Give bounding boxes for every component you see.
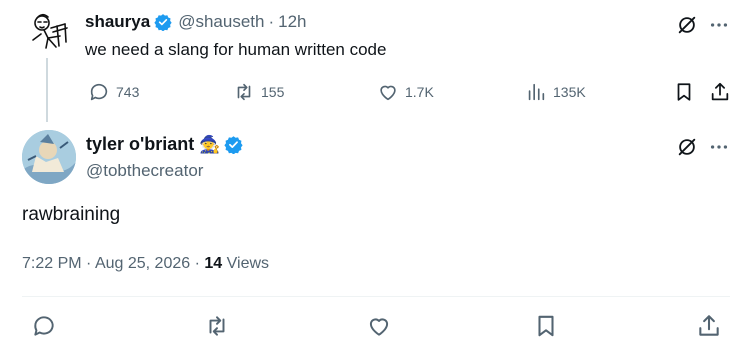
verified-badge-icon [154,13,172,31]
separator-dot: · [268,12,275,31]
grok-icon[interactable] [676,136,698,158]
reply-count: 743 [116,84,140,100]
verified-badge-icon [224,135,244,154]
bookmark-button[interactable] [673,80,695,104]
avatar-tyler[interactable] [22,130,76,184]
parent-tweet-text: we need a slang for human written code [85,40,387,59]
more-icon[interactable] [708,14,730,36]
separator-dot: · [86,255,92,272]
separator-dot: · [194,255,200,272]
reply-actions-bar [22,313,730,339]
like-button[interactable]: 1.7K [377,80,434,104]
share-icon [709,81,731,103]
like-count: 1.7K [405,84,434,100]
share-button[interactable] [709,80,731,104]
author-handle[interactable]: @shauseth [178,12,264,32]
tweet-time[interactable]: 12h [278,12,306,32]
tweet-date[interactable]: Aug 25, 2026 [95,255,190,272]
author-name[interactable]: shaurya [85,12,150,32]
reply-button[interactable] [31,313,57,339]
like-button[interactable] [366,313,392,339]
views-count: 14 [204,255,223,272]
reply-author-header: tyler o'briant 🧙 [86,134,249,155]
repost-button[interactable]: 155 [233,80,284,104]
wizard-emoji: 🧙 [199,134,221,154]
reply-button[interactable]: 743 [88,80,139,104]
reply-icon [31,313,57,339]
views-label: Views [226,255,270,272]
reply-tweet-text: rawbraining [22,204,121,225]
like-icon [366,313,392,339]
repost-button[interactable] [204,313,230,339]
like-icon [377,81,399,103]
tweet-meta: 7:22 PM · Aug 25, 2026 · 14 Views [22,255,269,273]
views-icon [525,81,547,103]
views-count: 135K [553,84,586,100]
views-button[interactable]: 135K [525,80,586,104]
share-icon [696,313,722,339]
grok-icon[interactable] [676,14,698,36]
repost-icon [233,81,255,103]
bookmark-icon [533,313,559,339]
reply-author-name[interactable]: tyler o'briant [86,134,194,155]
more-icon[interactable] [708,136,730,158]
avatar-shaurya[interactable] [27,10,71,54]
thread-line [46,58,48,122]
share-button[interactable] [696,313,722,339]
reply-author-handle[interactable]: @tobthecreator [86,161,203,181]
bookmark-icon [673,81,695,103]
tweet-time[interactable]: 7:22 PM [22,255,82,272]
repost-count: 155 [261,84,285,100]
reply-icon [88,81,110,103]
bookmark-button[interactable] [533,313,559,339]
parent-actions-bar: 743 155 1.7K 135K [85,80,735,104]
divider [22,296,730,297]
parent-tweet-header: shaurya @shauseth · 12h [85,12,307,32]
repost-icon [204,313,230,339]
